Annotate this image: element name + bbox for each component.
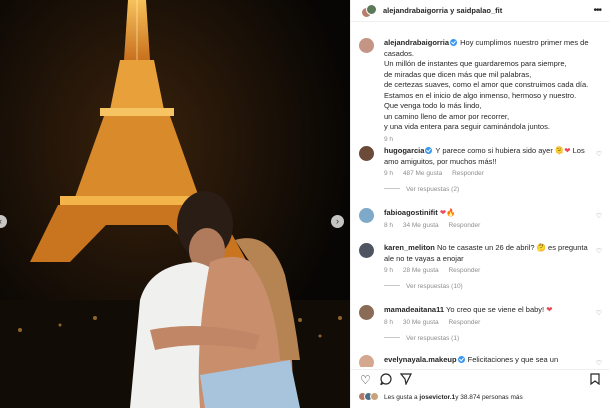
comment-text: mamadeaitana11 Yo creo que se viene el b…	[384, 305, 590, 316]
reply-button[interactable]: Responder	[452, 170, 484, 177]
heart-icon[interactable]: ♡	[596, 212, 602, 220]
bookmark-icon[interactable]	[590, 373, 600, 388]
view-replies-button[interactable]: Ver respuestas (10)	[384, 283, 604, 290]
caption-line: de certezas suaves, como el amor que con…	[384, 80, 589, 89]
verified-icon	[457, 356, 465, 363]
heart-icon[interactable]: ♡	[596, 309, 602, 317]
avatar[interactable]	[370, 392, 379, 401]
verified-icon	[450, 39, 458, 46]
comment-time: 8 h	[384, 221, 394, 229]
heart-icon[interactable]: ♡	[596, 247, 602, 255]
caption-line: Hoy cumplimos nuestro primer mes de	[460, 38, 589, 47]
caption-line: casados.	[384, 48, 415, 58]
comment-item: mamadeaitana11 Yo creo que se viene el b…	[359, 305, 604, 342]
red-heart-icon: ❤	[546, 305, 553, 314]
caption-timestamp: 9 h	[384, 135, 394, 143]
comment-body: Y parece como si hubiera sido ayer	[435, 146, 555, 155]
comment-username[interactable]: evelynayala.makeup	[384, 355, 457, 364]
comment-time: 8 h	[384, 318, 394, 326]
comment-time: 9 h	[384, 170, 394, 177]
comment-item: hugogarcia Y parece como si hubiera sido…	[359, 146, 604, 193]
likes-count[interactable]: y 38.874 personas más	[455, 394, 523, 401]
heart-icon[interactable]: ♡	[596, 359, 602, 367]
comment-username[interactable]: fabioagostinifit	[384, 208, 438, 217]
caption-line: un camino lleno de amor por recorrer,	[384, 111, 510, 121]
comment-text: evelynayala.makeup Felicitaciones y que …	[384, 355, 590, 367]
post-header: alejandrabaigorria y saidpalao_fit •••	[351, 0, 609, 22]
caption-line: Estamos en el inicio de algo inmenso, he…	[384, 90, 577, 100]
heart-icon[interactable]: ♡	[596, 150, 602, 158]
comment-username[interactable]: mamadeaitana11	[384, 305, 444, 314]
action-bar: ♡	[350, 369, 609, 389]
likes-prefix: Les gusta a	[384, 393, 418, 401]
caption-line: Un millón de instantes que guardaremos p…	[384, 59, 567, 68]
collab-avatars[interactable]	[361, 3, 377, 18]
comment-item: evelynayala.makeup Felicitaciones y que …	[359, 355, 604, 367]
avatar[interactable]	[359, 146, 374, 161]
reply-button[interactable]: Responder	[448, 319, 480, 326]
comment-likes[interactable]: 34 Me gusta	[403, 222, 439, 229]
verified-icon	[425, 147, 433, 154]
next-arrow-icon[interactable]: ›	[331, 215, 344, 228]
comment-meta: 8 h 34 Me gusta Responder	[384, 222, 604, 229]
avatar[interactable]	[359, 355, 374, 367]
caption-line: de miradas que dicen más que mil palabra…	[384, 69, 532, 79]
share-icon[interactable]	[399, 373, 412, 388]
reply-button[interactable]: Responder	[448, 267, 480, 274]
avatar[interactable]	[359, 208, 374, 223]
comment-text: karen_meliton No te casaste un 26 de abr…	[384, 243, 590, 264]
post-photo: ‹ ›	[0, 0, 350, 408]
liker-avatars[interactable]	[358, 392, 380, 402]
comment-text: hugogarcia Y parece como si hubiera sido…	[384, 146, 590, 167]
face-emoji-icon: 🫠	[554, 146, 565, 155]
post-caption: alejandrabaigorria Hoy cumplimos nuestro…	[359, 38, 604, 143]
comment-body: Yo creo que se viene el baby!	[446, 305, 547, 314]
eiffel-tower-photo	[0, 0, 350, 408]
likes-user[interactable]: josevictor.1	[419, 394, 455, 401]
comment-likes[interactable]: 487 Me gusta	[403, 170, 442, 177]
comment-likes[interactable]: 28 Me gusta	[403, 267, 439, 274]
comment-username[interactable]: hugogarcia	[384, 146, 424, 155]
caption-line: Que venga todo lo más lindo,	[384, 101, 482, 110]
comment-item: karen_meliton No te casaste un 26 de abr…	[359, 243, 604, 290]
comment-likes[interactable]: 30 Me gusta	[403, 319, 439, 326]
comment-item: fabioagostinifit ❤🔥 8 h 34 Me gusta Resp…	[359, 208, 604, 229]
comment-time: 9 h	[384, 267, 394, 274]
caption-text: alejandrabaigorria Hoy cumplimos nuestro…	[384, 38, 604, 133]
heart-icon[interactable]: ♡	[360, 373, 371, 387]
comments-panel: alejandrabaigorria y saidpalao_fit ••• a…	[350, 0, 609, 408]
comment-icon[interactable]	[380, 373, 392, 388]
more-icon[interactable]: •••	[593, 5, 601, 16]
avatar[interactable]	[359, 243, 374, 258]
avatar[interactable]	[366, 3, 377, 15]
comment-text: fabioagostinifit ❤🔥	[384, 208, 590, 219]
post-authors[interactable]: alejandrabaigorria y saidpalao_fit	[383, 6, 502, 15]
avatar[interactable]	[359, 38, 374, 53]
view-replies-button[interactable]: Ver respuestas (1)	[384, 335, 604, 342]
caption-username[interactable]: alejandrabaigorria	[384, 38, 449, 47]
reply-button[interactable]: Responder	[448, 222, 480, 229]
comment-username[interactable]: karen_meliton	[384, 243, 435, 252]
caption-line: y una vida entera para seguir caminándol…	[384, 122, 550, 131]
avatar[interactable]	[359, 305, 374, 320]
comment-meta: 9 h 28 Me gusta Responder	[384, 267, 604, 274]
comment-meta: 8 h 30 Me gusta Responder	[384, 319, 604, 326]
comment-meta: 9 h 487 Me gusta Responder	[384, 170, 604, 177]
view-replies-button[interactable]: Ver respuestas (2)	[384, 186, 604, 193]
likes-summary: Les gusta a josevictor.1 y 38.874 person…	[358, 392, 523, 402]
fire-emoji-icon: 🔥	[446, 208, 456, 217]
